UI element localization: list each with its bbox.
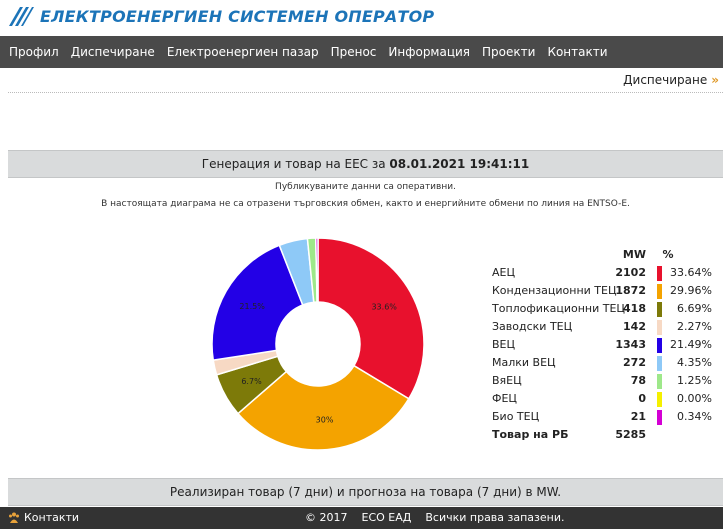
generation-donut-chart: 33.6% 30% 6.7% 21.5% bbox=[211, 237, 425, 451]
site-header: ЕЛЕКТРОЕНЕРГИЕН СИСТЕМЕН ОПЕРАТОР bbox=[0, 0, 723, 36]
row-mw-value: 0 bbox=[638, 392, 646, 405]
logo-text[interactable]: ЕЛЕКТРОЕНЕРГИЕН СИСТЕМЕН ОПЕРАТОР bbox=[40, 7, 434, 26]
pie-slice-label: 6.7% bbox=[241, 377, 262, 386]
logo-icon[interactable] bbox=[6, 4, 36, 30]
row-color-swatch bbox=[657, 374, 662, 389]
footer-rights: Всички права запазени. bbox=[425, 511, 565, 524]
row-source-name: ФЕЦ bbox=[492, 392, 517, 405]
total-label: Товар на РБ bbox=[492, 428, 569, 441]
pie-slice[interactable] bbox=[317, 237, 425, 400]
row-mw-value: 21 bbox=[630, 410, 646, 423]
footer-copyright: © 2017 bbox=[305, 511, 348, 524]
nav-item-transmission[interactable]: Пренос bbox=[331, 45, 377, 59]
row-source-name: Малки ВЕЦ bbox=[492, 356, 556, 369]
footer-contacts-link[interactable]: Контакти bbox=[24, 511, 79, 524]
row-color-swatch bbox=[657, 320, 662, 335]
pie-slice-label: 21.5% bbox=[239, 302, 265, 311]
row-percent-value: 29.96% bbox=[670, 284, 712, 297]
row-source-name: Заводски ТЕЦ bbox=[492, 320, 573, 333]
row-color-swatch bbox=[657, 302, 662, 317]
row-color-swatch bbox=[657, 266, 662, 281]
row-percent-value: 1.25% bbox=[677, 374, 712, 387]
nav-item-profile[interactable]: Профил bbox=[9, 45, 59, 59]
row-color-swatch bbox=[657, 284, 662, 299]
row-percent-value: 0.34% bbox=[677, 410, 712, 423]
row-mw-value: 272 bbox=[623, 356, 646, 369]
nav-item-contacts[interactable]: Контакти bbox=[547, 45, 607, 59]
breadcrumb-arrow-icon: » bbox=[711, 73, 719, 87]
row-source-name: Био ТЕЦ bbox=[492, 410, 540, 423]
row-source-name: ВЕЦ bbox=[492, 338, 516, 351]
main-nav: Профил Диспечиране Електроенергиен пазар… bbox=[0, 36, 723, 68]
footer-company: ЕСО ЕАД bbox=[361, 511, 412, 524]
nav-item-information[interactable]: Информация bbox=[388, 45, 470, 59]
row-mw-value: 418 bbox=[623, 302, 646, 315]
row-mw-value: 1872 bbox=[615, 284, 646, 297]
breadcrumb: Диспечиране » bbox=[8, 68, 723, 93]
panel-datetime: 08.01.2021 19:41:11 bbox=[389, 157, 530, 171]
row-percent-value: 4.35% bbox=[677, 356, 712, 369]
nav-item-dispatching[interactable]: Диспечиране bbox=[71, 45, 155, 59]
nav-item-projects[interactable]: Проекти bbox=[482, 45, 535, 59]
breadcrumb-item[interactable]: Диспечиране bbox=[623, 73, 707, 87]
row-color-swatch bbox=[657, 338, 662, 353]
row-mw-value: 78 bbox=[630, 374, 646, 387]
row-percent-value: 0.00% bbox=[677, 392, 712, 405]
row-color-swatch bbox=[657, 410, 662, 425]
row-mw-value: 1343 bbox=[615, 338, 646, 351]
pie-slice-label: 33.6% bbox=[371, 303, 397, 312]
col-mw-header: MW bbox=[622, 248, 646, 261]
row-percent-value: 21.49% bbox=[670, 338, 712, 351]
note-disclaimer: В настоящата диаграма не са отразени тър… bbox=[101, 199, 630, 209]
row-source-name: ВяЕЦ bbox=[492, 374, 522, 387]
pie-slice-label: 30% bbox=[316, 416, 334, 425]
total-mw-value: 5285 bbox=[615, 428, 646, 441]
row-percent-value: 33.64% bbox=[670, 266, 712, 279]
row-color-swatch bbox=[657, 356, 662, 371]
forecast-panel-header[interactable]: Реализиран товар (7 дни) и прогноза на т… bbox=[8, 478, 723, 506]
row-mw-value: 142 bbox=[623, 320, 646, 333]
nav-item-market[interactable]: Електроенергиен пазар bbox=[167, 45, 319, 59]
contacts-icon bbox=[9, 512, 19, 523]
forecast-title: Реализиран товар (7 дни) и прогноза на т… bbox=[169, 485, 562, 499]
col-pct-header: % bbox=[662, 248, 674, 261]
row-color-swatch bbox=[657, 392, 662, 407]
row-percent-value: 2.27% bbox=[677, 320, 712, 333]
panel-title: Генерация и товар на ЕЕС за bbox=[201, 157, 386, 171]
row-mw-value: 2102 bbox=[615, 266, 646, 279]
generation-panel-header: Генерация и товар на ЕЕС за 08.01.2021 1… bbox=[8, 150, 723, 178]
row-source-name: АЕЦ bbox=[492, 266, 516, 279]
page-footer: Контакти © 2017 ЕСО ЕАД Всички права запаз… bbox=[0, 507, 723, 529]
note-operational: Публикуваните данни са оперативни. bbox=[275, 182, 456, 192]
row-percent-value: 6.69% bbox=[677, 302, 712, 315]
